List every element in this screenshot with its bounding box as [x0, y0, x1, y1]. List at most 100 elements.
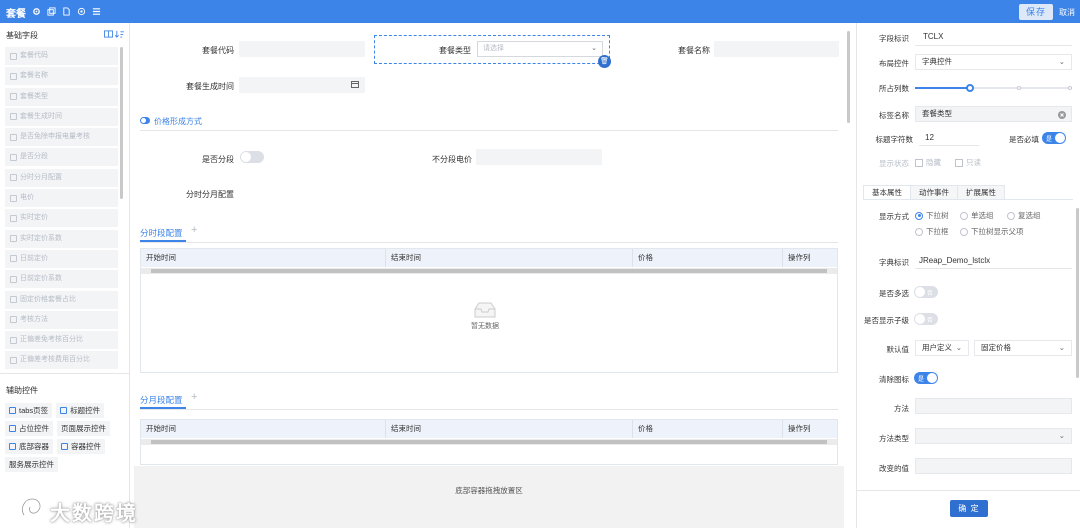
radio-multi-group[interactable]: 复选组 — [1007, 210, 1041, 221]
field-item[interactable]: 日前定价 — [5, 249, 118, 268]
radio-tree-parent[interactable]: 下拉树显示父项 — [960, 226, 1024, 237]
field-list-scrollbar[interactable] — [120, 47, 123, 199]
aux-item[interactable]: 标题控件 — [56, 403, 105, 418]
time-segment-table: 开始时间 结束时间 价格 操作列 暂无数据 — [140, 248, 838, 373]
tab-basic[interactable]: 基本属性 — [863, 185, 911, 199]
required-label: 是否必填 — [1009, 135, 1039, 144]
field-item[interactable]: 是否分段 — [5, 148, 118, 167]
field-label: 分时分月配置 — [20, 173, 62, 181]
col-start: 开始时间 — [141, 420, 386, 438]
field-item[interactable]: 套餐生成时间 — [5, 107, 118, 126]
method-label: 方法 — [894, 404, 909, 413]
aux-label: 页面展示控件 — [61, 424, 106, 433]
nonseg-price-input[interactable] — [476, 149, 602, 165]
trash-icon[interactable]: 🗑 — [598, 55, 611, 68]
toolbar-icons — [30, 4, 102, 18]
cols-slider[interactable] — [915, 84, 1072, 92]
layout-select[interactable]: 字典控件 ⌄ — [915, 54, 1072, 70]
radio-single-group[interactable]: 单选组 — [960, 210, 994, 221]
table-scrollbar[interactable] — [141, 268, 837, 274]
aux-item[interactable]: 服务展示控件 — [5, 457, 58, 472]
field-id-value: TCLX — [923, 32, 944, 41]
field-item[interactable]: 套餐类型 — [5, 87, 118, 106]
aux-item[interactable]: 容器控件 — [57, 439, 105, 454]
plus-icon[interactable]: + — [191, 224, 197, 236]
radio-dropdown[interactable]: 下拉框 — [915, 226, 949, 237]
change-input[interactable] — [915, 458, 1072, 474]
tag-input[interactable]: 套餐类型 — [915, 106, 1072, 122]
save-button[interactable]: 保存 — [1019, 4, 1053, 20]
file-icon[interactable] — [60, 4, 72, 18]
radio-label: 复选组 — [1018, 211, 1041, 220]
tab-time-segments[interactable]: 分时段配置 — [140, 227, 186, 242]
field-item[interactable]: 正偏差考核费用百分比 — [5, 351, 118, 370]
field-item[interactable]: 电价 — [5, 189, 118, 208]
default-value-select[interactable]: 固定价格 ⌄ — [974, 340, 1072, 356]
eye-icon[interactable] — [75, 4, 87, 18]
method-input[interactable] — [915, 398, 1072, 414]
field-item[interactable]: 考核方法 — [5, 310, 118, 329]
field-item[interactable]: 套餐名称 — [5, 67, 118, 86]
radio-tree[interactable]: 下拉树 — [915, 210, 949, 221]
aux-item[interactable]: 页面展示控件 — [57, 421, 110, 436]
sort-icon[interactable] — [114, 30, 124, 40]
toggle-icon — [140, 117, 150, 126]
field-item[interactable]: 实时定价系数 — [5, 229, 118, 248]
aux-controls-title: 辅助控件 — [6, 386, 38, 395]
clear-icon[interactable] — [1058, 110, 1066, 124]
field-item[interactable]: 套餐代码 — [5, 47, 118, 65]
clear-toggle[interactable]: 是 — [914, 372, 938, 384]
copy-icon[interactable] — [45, 4, 57, 18]
field-item[interactable]: 是否免除申报电量考核 — [5, 128, 118, 147]
required-toggle[interactable]: 是 — [1042, 132, 1066, 144]
field-item[interactable]: 实时定价 — [5, 209, 118, 228]
type-select[interactable]: 请选择 ⌄ — [477, 41, 603, 57]
field-item[interactable]: 固定价格套餐占比 — [5, 290, 118, 309]
aux-item[interactable]: 底部容器 — [5, 439, 53, 454]
container-icon — [61, 443, 68, 450]
segment-toggle[interactable] — [240, 151, 264, 163]
aux-item[interactable]: 占位控件 — [5, 421, 53, 436]
month-segment-table: 开始时间 结束时间 价格 操作列 — [140, 419, 838, 465]
readonly-checkbox[interactable]: 只读 — [955, 157, 981, 168]
bottom-drop-zone[interactable]: 底部容器拖拽放置区 — [134, 466, 844, 528]
field-icon — [10, 72, 17, 80]
tab-month-segments[interactable]: 分月段配置 — [140, 394, 186, 409]
chevron-down-icon: ⌄ — [1058, 343, 1065, 352]
tab-label: 分月段配置 — [140, 395, 183, 405]
name-input[interactable] — [714, 41, 839, 57]
multi-toggle[interactable]: 否 — [914, 286, 938, 298]
child-toggle[interactable]: 否 — [914, 313, 938, 325]
table-scrollbar[interactable] — [141, 439, 837, 445]
tab-events[interactable]: 动作事件 — [910, 185, 958, 199]
time-input[interactable] — [239, 77, 365, 93]
field-item[interactable]: 分时分月配置 — [5, 168, 118, 187]
canvas-scrollbar[interactable] — [847, 31, 850, 123]
divider — [915, 45, 1072, 46]
tab-extended[interactable]: 扩展属性 — [957, 185, 1005, 199]
aux-item[interactable]: tabs页签 — [5, 403, 53, 418]
child-label: 是否显示子级 — [864, 316, 909, 325]
code-input[interactable] — [239, 41, 365, 57]
readonly-text: 只读 — [966, 158, 981, 167]
confirm-button[interactable]: 确 定 — [950, 500, 988, 517]
tabs-icon — [9, 407, 16, 414]
hidden-checkbox[interactable]: 隐藏 — [915, 157, 941, 168]
selected-field-frame[interactable]: 套餐类型 请选择 ⌄ — [374, 35, 610, 64]
book-icon[interactable] — [104, 30, 113, 40]
divider — [857, 490, 1080, 491]
default-type-select[interactable]: 用户定义 ⌄ — [915, 340, 969, 356]
method-type-select[interactable]: ⌄ — [915, 428, 1072, 444]
tab-label: 分时段配置 — [140, 228, 183, 238]
cancel-button[interactable]: 取消 — [1059, 7, 1075, 18]
field-id-label: 字段标识 — [879, 34, 909, 43]
aux-label: 底部容器 — [19, 442, 49, 451]
field-item[interactable]: 正偏差免考核百分比 — [5, 331, 118, 350]
gear-icon[interactable] — [30, 4, 42, 18]
plus-icon[interactable]: + — [191, 391, 197, 403]
field-item[interactable]: 日前定价系数 — [5, 270, 118, 289]
hidden-text: 隐藏 — [926, 158, 941, 167]
divider — [140, 242, 838, 243]
panel-scrollbar[interactable] — [1076, 208, 1079, 378]
list-icon[interactable] — [90, 4, 102, 18]
